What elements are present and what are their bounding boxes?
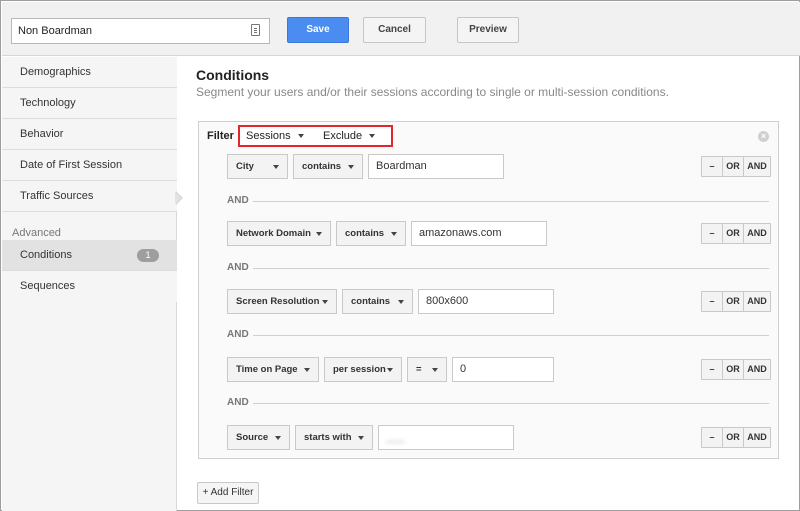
and-connector: AND	[227, 329, 249, 340]
active-pointer	[175, 191, 183, 205]
and-connector: AND	[227, 195, 249, 206]
redacted-value: ___	[386, 431, 405, 443]
and-connector: AND	[227, 262, 249, 273]
dimension-dropdown[interactable]: City	[227, 154, 288, 179]
remove-condition-button[interactable]: –	[701, 359, 723, 380]
chevron-down-icon	[316, 232, 322, 236]
and-button[interactable]: AND	[743, 359, 771, 380]
operator-dropdown[interactable]: per session	[324, 357, 402, 382]
remove-condition-button[interactable]: –	[701, 291, 723, 312]
page-subtitle: Segment your users and/or their sessions…	[196, 85, 669, 99]
sidebar-item-demographics[interactable]: Demographics	[2, 57, 177, 88]
and-connector: AND	[227, 397, 249, 408]
operator-dropdown[interactable]: contains	[342, 289, 413, 314]
save-button[interactable]: Save	[287, 17, 349, 43]
or-button[interactable]: OR	[722, 223, 744, 244]
chevron-down-icon	[369, 134, 376, 139]
and-button[interactable]: AND	[743, 223, 771, 244]
condition-value-input[interactable]: amazonaws.com	[411, 221, 547, 246]
dimension-value: Network Domain	[236, 228, 311, 239]
dimension-value: Source	[236, 432, 269, 443]
scope-dropdown[interactable]: Sessions	[246, 130, 304, 142]
dimension-dropdown[interactable]: Screen Resolution	[227, 289, 337, 314]
divider	[253, 335, 769, 336]
divider	[253, 403, 769, 404]
mode-value: Exclude	[323, 130, 363, 142]
comparator-value: =	[416, 364, 422, 375]
sidebar-item-technology[interactable]: Technology	[2, 88, 177, 119]
dimension-dropdown[interactable]: Time on Page	[227, 357, 319, 382]
condition-value-input[interactable]: Boardman	[368, 154, 504, 179]
divider	[253, 201, 769, 202]
sidebar-item-date-of-first-session[interactable]: Date of First Session	[2, 150, 177, 181]
chevron-down-icon	[322, 300, 328, 304]
or-button[interactable]: OR	[722, 156, 744, 177]
dimension-dropdown[interactable]: Source	[227, 425, 290, 450]
remove-condition-button[interactable]: –	[701, 427, 723, 448]
operator-dropdown[interactable]: starts with	[295, 425, 373, 450]
dimension-value: City	[236, 161, 254, 172]
condition-value-input[interactable]: ___	[378, 425, 514, 450]
chevron-down-icon	[348, 165, 354, 169]
chevron-down-icon	[273, 165, 279, 169]
remove-condition-button[interactable]: –	[701, 223, 723, 244]
operator-value: contains	[302, 161, 342, 172]
remove-condition-button[interactable]: –	[701, 156, 723, 177]
sidebar: Demographics Technology Behavior Date of…	[2, 57, 177, 511]
divider	[253, 268, 769, 269]
sidebar-item-conditions[interactable]: Conditions 1	[2, 240, 177, 271]
chevron-down-icon	[358, 436, 364, 440]
and-button[interactable]: AND	[743, 291, 771, 312]
dimension-value: Time on Page	[236, 364, 298, 375]
chevron-down-icon	[304, 368, 310, 372]
operator-dropdown[interactable]: contains	[293, 154, 363, 179]
scope-value: Sessions	[246, 130, 291, 142]
operator-dropdown[interactable]: contains	[336, 221, 406, 246]
cancel-button[interactable]: Cancel	[363, 17, 426, 43]
and-button[interactable]: AND	[743, 427, 771, 448]
sidebar-item-label: Conditions	[20, 249, 72, 261]
condition-value-input[interactable]: 0	[452, 357, 554, 382]
segment-editor: Non Boardman Save Cancel Preview Demogra…	[0, 0, 800, 511]
operator-value: contains	[351, 296, 391, 307]
comparator-dropdown[interactable]: =	[407, 357, 447, 382]
dimension-dropdown[interactable]: Network Domain	[227, 221, 331, 246]
chevron-down-icon	[398, 300, 404, 304]
count-badge: 1	[137, 249, 159, 262]
sidebar-item-sequences[interactable]: Sequences	[2, 271, 177, 302]
operator-value: contains	[345, 228, 385, 239]
add-filter-button[interactable]: + Add Filter	[197, 482, 259, 504]
sidebar-heading-advanced: Advanced	[12, 227, 61, 239]
or-button[interactable]: OR	[722, 359, 744, 380]
close-icon[interactable]: ×	[758, 131, 769, 142]
or-button[interactable]: OR	[722, 291, 744, 312]
chevron-down-icon	[387, 368, 393, 372]
chevron-down-icon	[275, 436, 281, 440]
document-icon[interactable]	[251, 24, 260, 36]
operator-value: per session	[333, 364, 386, 375]
chevron-down-icon	[432, 368, 438, 372]
chevron-down-icon	[391, 232, 397, 236]
chevron-down-icon	[297, 134, 304, 139]
sidebar-item-traffic-sources[interactable]: Traffic Sources	[2, 181, 177, 212]
dimension-value: Screen Resolution	[236, 296, 320, 307]
preview-button[interactable]: Preview	[457, 17, 519, 43]
sidebar-item-behavior[interactable]: Behavior	[2, 119, 177, 150]
or-button[interactable]: OR	[722, 427, 744, 448]
filter-label: Filter	[207, 130, 234, 142]
page-title: Conditions	[196, 67, 270, 83]
segment-name-input[interactable]: Non Boardman	[11, 18, 270, 44]
operator-value: starts with	[304, 432, 352, 443]
mode-dropdown[interactable]: Exclude	[323, 130, 376, 142]
condition-value-input[interactable]: 800x600	[418, 289, 554, 314]
and-button[interactable]: AND	[743, 156, 771, 177]
